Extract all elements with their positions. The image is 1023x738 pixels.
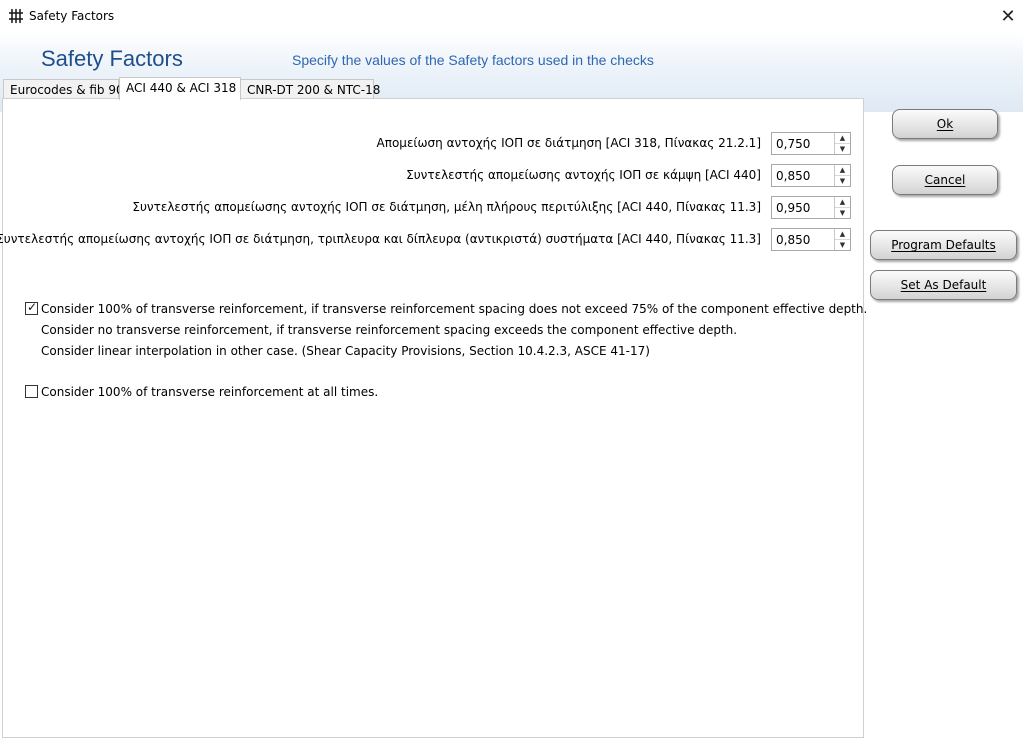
spin-buttons: ▲ ▼: [834, 229, 850, 250]
page-title: Safety Factors: [41, 46, 183, 71]
factor-spinbox[interactable]: 0,950 ▲ ▼: [771, 196, 851, 219]
spin-down-icon[interactable]: ▼: [835, 176, 850, 186]
spin-buttons: ▲ ▼: [834, 133, 850, 154]
page-subtitle: Specify the values of the Safety factors…: [292, 52, 654, 68]
spin-down-icon[interactable]: ▼: [835, 144, 850, 154]
factor-value[interactable]: 0,750: [776, 137, 810, 151]
program-defaults-button[interactable]: Program Defaults: [870, 230, 1017, 260]
interpolation-label-line1: Consider 100% of transverse reinforcemen…: [41, 302, 868, 316]
spin-down-icon[interactable]: ▼: [835, 208, 850, 218]
tab-label: Eurocodes & fib 90: [10, 83, 124, 97]
factor-label: Συντελεστής απομείωσης αντοχής ΙΟΠ σε κά…: [406, 168, 761, 182]
window-title: Safety Factors: [29, 9, 115, 23]
set-as-default-button[interactable]: Set As Default: [870, 270, 1017, 300]
tab-label: ACI 440 & ACI 318: [126, 81, 237, 95]
checkmark-icon: ✓: [27, 300, 38, 314]
tab-aci[interactable]: ACI 440 & ACI 318: [119, 77, 241, 100]
spin-buttons: ▲ ▼: [834, 165, 850, 186]
tab-eurocodes[interactable]: Eurocodes & fib 90: [3, 79, 124, 99]
close-icon: ✕: [1000, 5, 1016, 27]
factor-value[interactable]: 0,850: [776, 169, 810, 183]
interpolation-label-line2: Consider no transverse reinforcement, if…: [41, 323, 738, 337]
spin-up-icon[interactable]: ▲: [835, 133, 850, 144]
factor-label: Συντελεστής απομείωσης αντοχής ΙΟΠ σε δι…: [0, 232, 761, 246]
factor-spinbox[interactable]: 0,750 ▲ ▼: [771, 132, 851, 155]
spin-up-icon[interactable]: ▲: [835, 229, 850, 240]
ok-button[interactable]: Ok: [892, 109, 998, 139]
spin-buttons: ▲ ▼: [834, 197, 850, 218]
always-full-label: Consider 100% of transverse reinforcemen…: [41, 385, 379, 399]
set-as-default-label: Set As Default: [900, 278, 987, 292]
spin-up-icon[interactable]: ▲: [835, 197, 850, 208]
tab-cnr-ntc[interactable]: CNR-DT 200 & NTC-18: [240, 79, 380, 99]
factor-label: Συντελεστής απομείωσης αντοχής ΙΟΠ σε δι…: [132, 200, 761, 214]
close-button[interactable]: ✕: [993, 0, 1023, 32]
cancel-button-label: Cancel: [924, 173, 966, 187]
factor-value[interactable]: 0,950: [776, 201, 810, 215]
factor-value[interactable]: 0,850: [776, 233, 810, 247]
app-grid-icon: [9, 9, 23, 23]
factor-spinbox[interactable]: 0,850 ▲ ▼: [771, 228, 851, 251]
tab-panel: Απομείωση αντοχής ΙΟΠ σε διάτμηση [ACI 3…: [0, 98, 868, 738]
spin-up-icon[interactable]: ▲: [835, 165, 850, 176]
cancel-button[interactable]: Cancel: [892, 165, 998, 195]
tab-label: CNR-DT 200 & NTC-18: [247, 83, 381, 97]
title-bar: Safety Factors ✕: [0, 0, 1023, 32]
interpolation-checkbox[interactable]: ✓: [25, 300, 38, 315]
always-full-checkbox[interactable]: [25, 385, 38, 398]
factor-spinbox[interactable]: 0,850 ▲ ▼: [771, 164, 851, 187]
interpolation-label-line3: Consider linear interpolation in other c…: [41, 344, 650, 358]
ok-button-label: Ok: [936, 117, 954, 131]
factor-label: Απομείωση αντοχής ΙΟΠ σε διάτμηση [ACI 3…: [376, 136, 761, 150]
program-defaults-label: Program Defaults: [891, 238, 996, 252]
spin-down-icon[interactable]: ▼: [835, 240, 850, 250]
